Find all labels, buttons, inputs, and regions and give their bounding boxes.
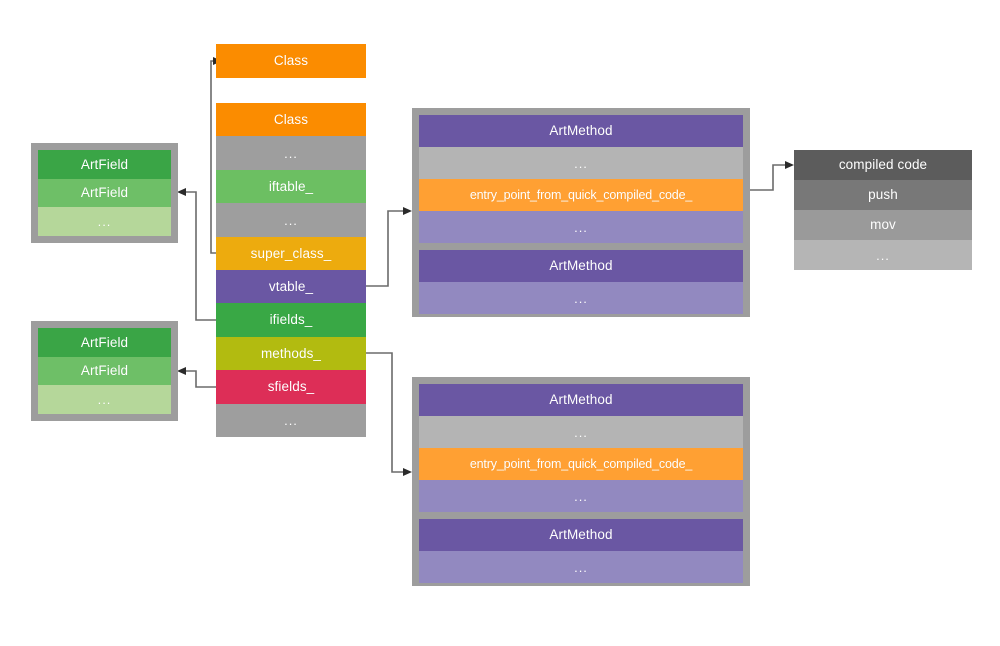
methods-row-artmethod-2: ArtMethod (419, 519, 743, 551)
vtable-row-artmethod-2: ArtMethod (419, 250, 743, 282)
vtable-row-artmethod-1: ArtMethod (419, 115, 743, 147)
class-row-methods[interactable]: methods_ (216, 337, 366, 370)
class-row-super-class[interactable]: super_class_ (216, 237, 366, 270)
ifield-row-artfield-1: ArtField (38, 150, 171, 179)
class-row-ifields[interactable]: ifields_ (216, 303, 366, 337)
wire-methods-to-artmethods (366, 352, 412, 476)
class-row-vtable[interactable]: vtable_ (216, 270, 366, 303)
vtable-row-ellipsis-1: ... (419, 147, 743, 179)
compiled-code-row-mov: mov (794, 210, 972, 240)
methods-row-ellipsis-1: ... (419, 416, 743, 448)
wire-entrypoint-to-compiled-code (748, 161, 794, 191)
compiled-code-row-ellipsis: ... (794, 240, 972, 270)
static-fields-box[interactable]: ArtField ArtField ... (31, 321, 178, 421)
methods-row-separator (419, 512, 743, 519)
class-row-ellipsis-3: ... (216, 404, 366, 437)
methods-row-entry-point[interactable]: entry_point_from_quick_compiled_code_ (419, 448, 743, 480)
compiled-code-box[interactable]: compiled code push mov ... (794, 150, 972, 270)
class-row-ellipsis-1: ... (216, 136, 366, 170)
compiled-code-row-push: push (794, 180, 972, 210)
class-struct-box[interactable]: Class ... iftable_ ... super_class_ vtab… (216, 103, 366, 437)
methods-row-artmethod-1: ArtMethod (419, 384, 743, 416)
vtable-row-ellipsis-2: ... (419, 211, 743, 243)
vtable-row-ellipsis-3: ... (419, 282, 743, 314)
methods-row-ellipsis-2: ... (419, 480, 743, 512)
superclass-class-row: Class (216, 44, 366, 78)
superclass-class-box[interactable]: Class (216, 44, 366, 78)
wire-ifields-to-instance-fields (177, 188, 216, 321)
methods-row-ellipsis-3: ... (419, 551, 743, 583)
sfield-row-artfield-1: ArtField (38, 328, 171, 357)
vtable-row-entry-point[interactable]: entry_point_from_quick_compiled_code_ (419, 179, 743, 211)
methods-artmethod-box[interactable]: ArtMethod ... entry_point_from_quick_com… (412, 377, 750, 586)
instance-fields-box[interactable]: ArtField ArtField ... (31, 143, 178, 243)
compiled-code-row-title: compiled code (794, 150, 972, 180)
class-row-class: Class (216, 103, 366, 136)
sfield-row-artfield-2: ArtField (38, 356, 171, 386)
wire-sfields-to-static-fields (177, 367, 216, 388)
class-row-iftable[interactable]: iftable_ (216, 170, 366, 203)
diagram-canvas: Class Class ... iftable_ ... super_class… (0, 0, 1000, 646)
ifield-row-ellipsis: ... (38, 207, 171, 237)
ifield-row-artfield-2: ArtField (38, 178, 171, 208)
vtable-row-separator (419, 243, 743, 250)
sfield-row-ellipsis: ... (38, 385, 171, 415)
class-row-ellipsis-2: ... (216, 203, 366, 237)
wire-vtable-to-artmethods (366, 207, 412, 287)
class-row-sfields[interactable]: sfields_ (216, 370, 366, 404)
vtable-artmethod-box[interactable]: ArtMethod ... entry_point_from_quick_com… (412, 108, 750, 317)
